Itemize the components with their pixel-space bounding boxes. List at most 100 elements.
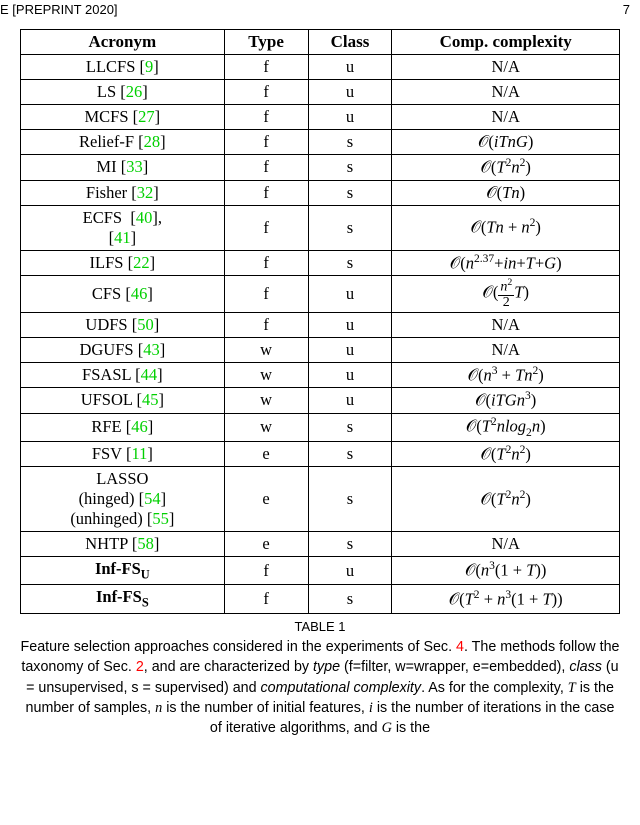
cell-acronym: RFE [46]	[21, 413, 225, 441]
cell-class: u	[308, 105, 392, 130]
cell-type: w	[224, 337, 308, 362]
cell-acronym: NHTP [58]	[21, 532, 225, 557]
cell-complexity: 𝒪(n3(1 + T))	[392, 557, 620, 585]
cell-class: s	[308, 205, 392, 250]
cell-class: u	[308, 337, 392, 362]
cell-class: s	[308, 585, 392, 613]
cell-type: e	[224, 441, 308, 467]
cell-acronym: Inf-FSU	[21, 557, 225, 585]
feature-selection-table: Acronym Type Class Comp. complexity LLCF…	[20, 29, 620, 614]
cell-type: e	[224, 532, 308, 557]
cell-type: f	[224, 180, 308, 205]
cell-type: w	[224, 413, 308, 441]
cell-complexity: 𝒪(n2.37+in+T+G)	[392, 250, 620, 276]
page-header: E [PREPRINT 2020] 7	[0, 0, 640, 19]
cell-complexity: N/A	[392, 532, 620, 557]
cell-acronym: FSASL [44]	[21, 362, 225, 388]
header-left: E [PREPRINT 2020]	[0, 2, 118, 17]
cell-complexity: 𝒪(n3 + Tn2)	[392, 362, 620, 388]
table-row: UFSOL [45] w u 𝒪(iTGn3)	[21, 388, 620, 414]
cell-class: u	[308, 55, 392, 80]
cell-complexity: 𝒪(Tn)	[392, 180, 620, 205]
cell-class: u	[308, 388, 392, 414]
col-class: Class	[308, 30, 392, 55]
cell-acronym: UDFS [50]	[21, 312, 225, 337]
cell-type: f	[224, 80, 308, 105]
table-row: NHTP [58] e s N/A	[21, 532, 620, 557]
cell-acronym: Fisher [32]	[21, 180, 225, 205]
cell-type: f	[224, 585, 308, 613]
cell-class: u	[308, 362, 392, 388]
cell-acronym: ILFS [22]	[21, 250, 225, 276]
cell-complexity: 𝒪(T2 + n3(1 + T))	[392, 585, 620, 613]
table-row: Inf-FSU f u 𝒪(n3(1 + T))	[21, 557, 620, 585]
cell-acronym: UFSOL [45]	[21, 388, 225, 414]
cell-acronym: LASSO(hinged) [54](unhinged) [55]	[21, 467, 225, 532]
cell-type: e	[224, 467, 308, 532]
table-container: Acronym Type Class Comp. complexity LLCF…	[20, 29, 620, 614]
cell-type: f	[224, 55, 308, 80]
caption-label: TABLE 1	[18, 618, 622, 636]
table-header-row: Acronym Type Class Comp. complexity	[21, 30, 620, 55]
cell-acronym: FSV [11]	[21, 441, 225, 467]
cell-class: s	[308, 441, 392, 467]
table-row: MI [33] f s 𝒪(T2n2)	[21, 155, 620, 181]
cell-type: w	[224, 388, 308, 414]
cell-complexity: N/A	[392, 105, 620, 130]
cell-complexity: 𝒪(T2nlog2n)	[392, 413, 620, 441]
cell-type: f	[224, 312, 308, 337]
table-row: DGUFS [43] w u N/A	[21, 337, 620, 362]
cell-class: s	[308, 532, 392, 557]
cell-class: s	[308, 180, 392, 205]
cell-type: f	[224, 557, 308, 585]
cell-complexity: 𝒪(T2n2)	[392, 467, 620, 532]
cell-complexity: 𝒪(T2n2)	[392, 441, 620, 467]
cell-complexity: N/A	[392, 80, 620, 105]
table-row: LASSO(hinged) [54](unhinged) [55] e s 𝒪(…	[21, 467, 620, 532]
cell-class: u	[308, 557, 392, 585]
cell-complexity: 𝒪(n22T)	[392, 276, 620, 313]
table-caption: TABLE 1 Feature selection approaches con…	[18, 618, 622, 739]
cell-type: f	[224, 205, 308, 250]
cell-complexity: N/A	[392, 337, 620, 362]
cell-complexity: N/A	[392, 312, 620, 337]
caption-text: Feature selection approaches considered …	[21, 639, 620, 736]
cell-acronym: ECFS [40],[41]	[21, 205, 225, 250]
col-complexity: Comp. complexity	[392, 30, 620, 55]
cell-type: f	[224, 105, 308, 130]
table-row: FSASL [44] w u 𝒪(n3 + Tn2)	[21, 362, 620, 388]
cell-acronym: Relief-F [28]	[21, 130, 225, 155]
header-right: 7	[623, 2, 630, 17]
cell-class: s	[308, 467, 392, 532]
cell-class: u	[308, 276, 392, 313]
cell-class: s	[308, 130, 392, 155]
table-row: ECFS [40],[41] f s 𝒪(Tn + n2)	[21, 205, 620, 250]
table-row: ILFS [22] f s 𝒪(n2.37+in+T+G)	[21, 250, 620, 276]
table-row: Relief-F [28] f s 𝒪(iTnG)	[21, 130, 620, 155]
cell-class: s	[308, 250, 392, 276]
table-row: LS [26] f u N/A	[21, 80, 620, 105]
table-row: LLCFS [9] f u N/A	[21, 55, 620, 80]
cell-acronym: CFS [46]	[21, 276, 225, 313]
cell-acronym: LS [26]	[21, 80, 225, 105]
col-type: Type	[224, 30, 308, 55]
cell-complexity: 𝒪(iTnG)	[392, 130, 620, 155]
cell-class: u	[308, 312, 392, 337]
cell-acronym: DGUFS [43]	[21, 337, 225, 362]
cell-class: s	[308, 413, 392, 441]
cell-class: s	[308, 155, 392, 181]
cell-acronym: Inf-FSS	[21, 585, 225, 613]
table-row: FSV [11] e s 𝒪(T2n2)	[21, 441, 620, 467]
table-row: CFS [46] f u 𝒪(n22T)	[21, 276, 620, 313]
table-row: Fisher [32] f s 𝒪(Tn)	[21, 180, 620, 205]
cell-complexity: N/A	[392, 55, 620, 80]
cell-class: u	[308, 80, 392, 105]
cell-type: f	[224, 276, 308, 313]
table-row: UDFS [50] f u N/A	[21, 312, 620, 337]
cell-type: f	[224, 155, 308, 181]
table-row: Inf-FSS f s 𝒪(T2 + n3(1 + T))	[21, 585, 620, 613]
cell-acronym: MCFS [27]	[21, 105, 225, 130]
col-acronym: Acronym	[21, 30, 225, 55]
cell-complexity: 𝒪(iTGn3)	[392, 388, 620, 414]
table-row: MCFS [27] f u N/A	[21, 105, 620, 130]
